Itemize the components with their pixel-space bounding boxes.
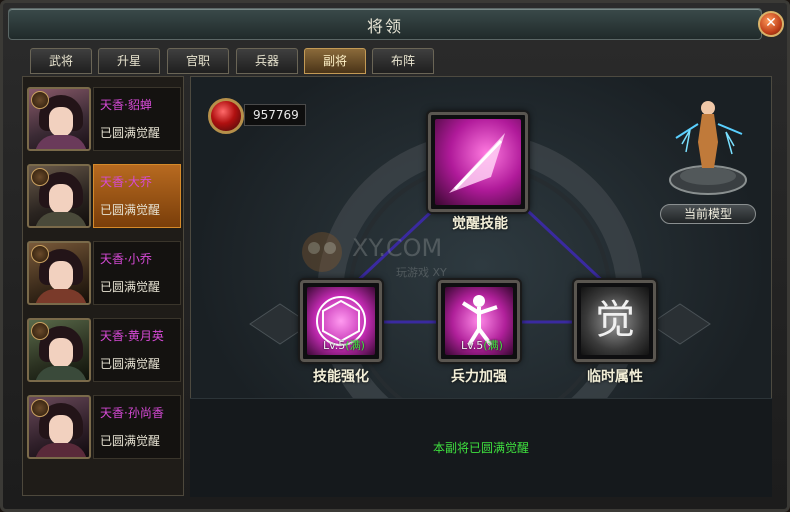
general-portrait [27, 87, 91, 151]
general-card[interactable]: 天香·貂蝉 已圆满觉醒 [27, 87, 181, 151]
general-info: 天香·黄月英 已圆满觉醒 [93, 318, 181, 382]
general-name: 天香·黄月英 [100, 329, 164, 343]
general-card[interactable]: 天香·黄月英 已圆满觉醒 [27, 318, 181, 382]
awaken-skill-slot[interactable] [428, 112, 528, 212]
troop-boost-label: 兵力加强 [451, 369, 507, 385]
temp-attribute-label: 临时属性 [587, 369, 643, 385]
general-portrait [27, 241, 91, 305]
title-bar: 将领 [8, 8, 762, 40]
skill-boost-level: Lv.5(满) [323, 339, 365, 352]
awaken-glyph-icon: 觉 [581, 287, 649, 355]
general-list: 天香·貂蝉 已圆满觉醒 天香·大乔 已圆满觉醒 天香·小乔 已圆满觉醒 天香·黄… [22, 76, 184, 496]
general-name: 天香·小乔 [100, 252, 152, 266]
general-status: 已圆满觉醒 [100, 280, 161, 294]
general-info: 天香·孙尚香 已圆满觉醒 [93, 395, 181, 459]
general-portrait [27, 318, 91, 382]
awaken-glyph: 觉 [595, 297, 635, 343]
close-icon[interactable]: ✕ [758, 11, 784, 37]
general-status: 已圆满觉醒 [100, 126, 161, 140]
awaken-status-message: 本副将已圆满觉醒 [432, 441, 529, 455]
watermark-text: XY.COM [352, 234, 442, 262]
tab-deputy[interactable]: 副将 [304, 48, 366, 74]
watermark-subtext: 玩游戏 XY [396, 266, 447, 279]
current-model-button[interactable]: 当前模型 [660, 204, 756, 224]
tab-weapon[interactable]: 兵器 [236, 48, 298, 74]
general-status: 已圆满觉醒 [100, 203, 161, 217]
general-status: 已圆满觉醒 [100, 357, 161, 371]
skill-boost-slot[interactable]: Lv.5(满) [300, 280, 382, 362]
temp-attribute-slot[interactable]: 觉 [574, 280, 656, 362]
rank-badge-icon [31, 91, 49, 109]
general-name: 天香·大乔 [100, 175, 152, 189]
rank-badge-icon [31, 322, 49, 340]
watermark-logo: XY.COM 玩游戏 XY [296, 226, 496, 280]
general-status: 已圆满觉醒 [100, 434, 161, 448]
tab-star-up[interactable]: 升星 [98, 48, 160, 74]
rank-badge-icon [31, 168, 49, 186]
tab-formation[interactable]: 布阵 [372, 48, 434, 74]
general-name: 天香·孙尚香 [100, 406, 164, 420]
awaken-skill-label: 觉醒技能 [452, 216, 508, 232]
troop-boost-level: Lv.5(满) [461, 339, 503, 352]
general-card-selected[interactable]: 天香·大乔 已圆满觉醒 [27, 164, 181, 228]
general-name: 天香·貂蝉 [100, 98, 152, 112]
rank-badge-icon [31, 399, 49, 417]
character-model-preview [662, 94, 754, 222]
tab-rank[interactable]: 官职 [167, 48, 229, 74]
currency-amount: 957769 [244, 104, 306, 126]
tab-general[interactable]: 武将 [30, 48, 92, 74]
window-title: 将领 [366, 17, 403, 36]
blade-icon [435, 119, 521, 205]
general-card[interactable]: 天香·孙尚香 已圆满觉醒 [27, 395, 181, 459]
red-gem-icon [208, 98, 244, 134]
general-portrait [27, 164, 91, 228]
general-info: 天香·大乔 已圆满觉醒 [93, 164, 181, 228]
general-card[interactable]: 天香·小乔 已圆满觉醒 [27, 241, 181, 305]
skill-boost-label: 技能强化 [313, 369, 369, 385]
troop-boost-slot[interactable]: Lv.5(满) [438, 280, 520, 362]
general-info: 天香·小乔 已圆满觉醒 [93, 241, 181, 305]
general-info: 天香·貂蝉 已圆满觉醒 [93, 87, 181, 151]
general-portrait [27, 395, 91, 459]
rank-badge-icon [31, 245, 49, 263]
